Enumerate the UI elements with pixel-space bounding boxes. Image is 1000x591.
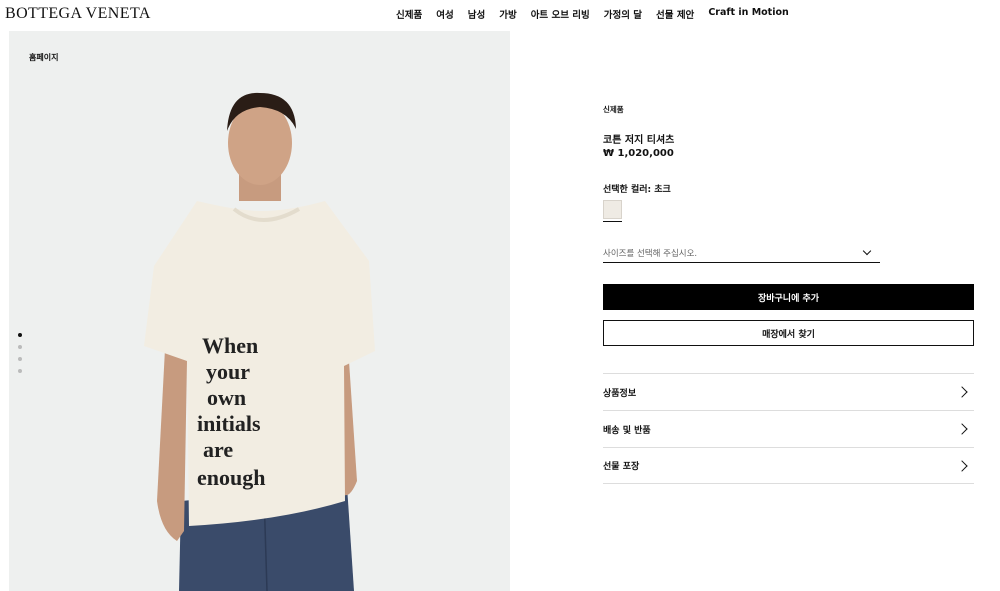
accordion-label: 배송 및 반품 [603,425,651,436]
gallery-dot-2[interactable] [18,345,22,349]
shirt-print-line-6: enough [197,465,265,490]
shirt-print-line-2: your [206,359,250,384]
chevron-down-icon [862,246,872,256]
gallery-dot-3[interactable] [18,357,22,361]
gallery-pagination [18,333,22,373]
accordion-shipping-returns[interactable]: 배송 및 반품 [603,410,974,447]
new-badge: 신제품 [603,105,624,114]
swatch-selected-indicator [603,221,622,222]
product-image: When your own initials are enough [144,92,375,591]
product-name: 코튼 저지 티셔츠 [603,135,675,146]
shirt-print-line-5: are [203,437,233,462]
breadcrumb-home[interactable]: 홈페이지 [29,52,58,63]
find-in-store-button[interactable]: 매장에서 찾기 [603,320,974,346]
accordion-label: 선물 포장 [603,462,640,472]
nav-gifts[interactable]: 선물 제안 [656,7,694,21]
nav-family-month[interactable]: 가정의 달 [604,7,642,21]
size-select[interactable]: 사이즈를 선택해 주십시오. [603,244,880,263]
color-swatch-chalk[interactable] [603,200,622,219]
main-nav: 신제품 여성 남성 가방 아트 오브 리빙 가정의 달 선물 제안 Craft … [396,7,789,21]
nav-bags[interactable]: 가방 [499,7,516,21]
shirt-print-line-4: initials [197,411,261,436]
accordion-label: 상품정보 [603,388,637,399]
chevron-right-icon [956,459,968,472]
shirt-print-line-3: own [207,385,246,410]
selected-color-label: 선택한 컬러: 초크 [603,185,671,195]
accordion-product-info[interactable]: 상품정보 [603,373,974,410]
nav-craft-in-motion[interactable]: Craft in Motion [708,7,788,21]
shirt-print-line-1: When [202,333,258,358]
gallery-dot-1[interactable] [18,333,22,337]
gallery-dot-4[interactable] [18,369,22,373]
site-header: BOTTEGA VENETA 신제품 여성 남성 가방 아트 오브 리빙 가정의… [0,0,1000,28]
nav-art-of-living[interactable]: 아트 오브 리빙 [531,7,590,21]
product-price: ₩ 1,020,000 [603,148,674,159]
nav-men[interactable]: 남성 [468,7,485,21]
size-select-placeholder: 사이즈를 선택해 주십시오. [603,249,698,259]
product-gallery: 홈페이지 When your own initials are enough [9,31,510,591]
chevron-right-icon [956,423,968,435]
nav-women[interactable]: 여성 [436,7,453,21]
add-to-cart-button[interactable]: 장바구니에 추가 [603,284,974,310]
brand-logo[interactable]: BOTTEGA VENETA [5,5,151,23]
accordion-gift-wrap[interactable]: 선물 포장 [603,447,974,484]
chevron-right-icon [956,386,968,398]
nav-new[interactable]: 신제품 [396,7,422,21]
